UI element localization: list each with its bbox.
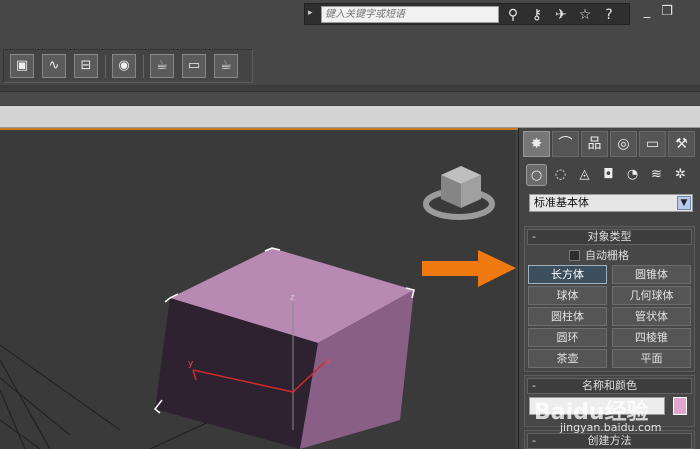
- modify-tab[interactable]: ⌒: [552, 131, 579, 157]
- curve-editor-icon[interactable]: ∿: [42, 54, 66, 78]
- helpers-icon[interactable]: ◔: [622, 164, 643, 186]
- utilities-tab[interactable]: ⚒: [668, 131, 695, 157]
- scene-explorer-icon[interactable]: ▣: [10, 54, 34, 78]
- cameras-icon[interactable]: ◘: [598, 164, 619, 186]
- geosphere-button[interactable]: 几何球体: [612, 286, 691, 305]
- motion-tab[interactable]: ◎: [610, 131, 637, 157]
- ribbon-strip-2: [0, 91, 700, 105]
- key-icon[interactable]: ⚷: [527, 7, 547, 23]
- create-subtabs: ○ ◌ ◬ ◘ ◔ ≋ ✲: [526, 164, 696, 188]
- satellite-icon[interactable]: ✈: [551, 7, 571, 23]
- star-icon[interactable]: ☆: [575, 7, 595, 23]
- collapse-icon[interactable]: -: [532, 434, 536, 448]
- binoculars-icon[interactable]: ⚲: [503, 7, 523, 23]
- object-type-header[interactable]: - 对象类型: [527, 229, 692, 245]
- toolbar-group: ▣ ∿ ⊟ ◉ ☕ ▭ ☕: [3, 49, 253, 83]
- hierarchy-tab[interactable]: 品: [581, 131, 608, 157]
- minimize-button[interactable]: _: [640, 4, 654, 19]
- render-production-icon[interactable]: ☕: [214, 54, 238, 78]
- axis-x-label: x: [326, 357, 332, 367]
- display-tab[interactable]: ▭: [639, 131, 666, 157]
- command-panel: ✸ ⌒ 品 ◎ ▭ ⚒ ○ ◌ ◬ ◘ ◔ ≋ ✲ 标准基本体 ▼ - 对象类型…: [518, 128, 700, 449]
- title-bar: ▸ ⚲ ⚷ ✈ ☆ ? _ ❐: [0, 0, 700, 45]
- create-tab[interactable]: ✸: [523, 131, 550, 157]
- creation-method-title: 创建方法: [587, 434, 632, 447]
- material-editor-icon[interactable]: ◉: [112, 54, 136, 78]
- dropdown-value: 标准基本体: [534, 196, 589, 209]
- plane-button[interactable]: 平面: [612, 349, 691, 368]
- object-type-title: 对象类型: [587, 230, 632, 243]
- render-setup-icon[interactable]: ☕: [150, 54, 174, 78]
- axis-z-label: z: [290, 293, 295, 303]
- space-warps-icon[interactable]: ≋: [646, 164, 667, 186]
- schematic-view-icon[interactable]: ⊟: [74, 54, 98, 78]
- name-color-rollout: - 名称和颜色: [524, 375, 695, 427]
- rendered-frame-icon[interactable]: ▭: [182, 54, 206, 78]
- tube-button[interactable]: 管状体: [612, 307, 691, 326]
- expand-arrow-icon[interactable]: ▸: [308, 8, 318, 21]
- viewport-label-bar: [0, 106, 700, 128]
- box-button[interactable]: 长方体: [528, 265, 607, 284]
- geometry-icon[interactable]: ○: [526, 164, 547, 186]
- autogrid-label: 自动栅格: [585, 249, 629, 262]
- orange-arrow-icon: [422, 250, 516, 287]
- help-icon[interactable]: ?: [599, 7, 619, 23]
- chevron-down-icon[interactable]: ▼: [677, 196, 691, 210]
- cone-button[interactable]: 圆锥体: [612, 265, 691, 284]
- creation-method-header[interactable]: - 创建方法: [527, 433, 692, 449]
- restore-button[interactable]: ❐: [660, 4, 674, 19]
- object-name-field[interactable]: [529, 397, 665, 415]
- torus-button[interactable]: 圆环: [528, 328, 607, 347]
- axis-y-label: y: [188, 359, 194, 369]
- infocenter-icons: ⚲ ⚷ ✈ ☆ ?: [503, 5, 619, 25]
- teapot-button[interactable]: 茶壶: [528, 349, 607, 368]
- box-object: z y x: [153, 247, 415, 449]
- collapse-icon[interactable]: -: [532, 379, 536, 393]
- object-type-rollout: - 对象类型 自动栅格 长方体 圆锥体 球体 几何球体 圆柱体 管状体 圆环 四…: [524, 226, 695, 372]
- cylinder-button[interactable]: 圆柱体: [528, 307, 607, 326]
- main-toolbar: ▣ ∿ ⊟ ◉ ☕ ▭ ☕: [0, 45, 700, 85]
- collapse-icon[interactable]: -: [532, 230, 536, 244]
- command-panel-tabs: ✸ ⌒ 品 ◎ ▭ ⚒: [523, 131, 695, 157]
- shapes-icon[interactable]: ◌: [550, 164, 571, 186]
- viewcube-icon: [423, 166, 495, 220]
- systems-icon[interactable]: ✲: [670, 164, 691, 186]
- creation-method-rollout: - 创建方法: [524, 430, 695, 449]
- object-color-swatch[interactable]: [673, 397, 687, 415]
- primitive-buttons: 长方体 圆锥体 球体 几何球体 圆柱体 管状体 圆环 四棱锥 茶壶 平面: [528, 265, 691, 368]
- infocenter-search: ▸ ⚲ ⚷ ✈ ☆ ?: [304, 3, 630, 25]
- name-color-title: 名称和颜色: [582, 379, 637, 392]
- search-input[interactable]: [321, 6, 499, 23]
- autogrid-row: 自动栅格: [569, 248, 629, 262]
- primitive-type-dropdown[interactable]: 标准基本体 ▼: [529, 194, 693, 212]
- perspective-viewport[interactable]: z y x: [0, 130, 516, 449]
- lights-icon[interactable]: ◬: [574, 164, 595, 186]
- pyramid-button[interactable]: 四棱锥: [612, 328, 691, 347]
- name-color-header[interactable]: - 名称和颜色: [527, 378, 692, 394]
- autogrid-checkbox[interactable]: [569, 249, 580, 261]
- window-controls: _ ❐: [640, 4, 674, 19]
- sphere-button[interactable]: 球体: [528, 286, 607, 305]
